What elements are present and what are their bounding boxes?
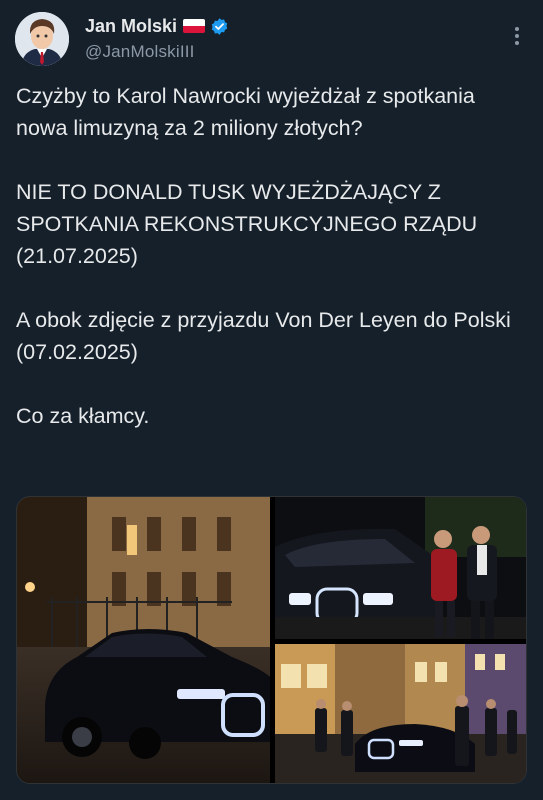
- author-display-name[interactable]: Jan Molski: [85, 16, 177, 37]
- verified-badge-icon: [211, 17, 228, 35]
- tweet-text: Czyżby to Karol Nawrocki wyjeżdżał z spo…: [16, 80, 526, 432]
- tweet-paragraph: Czyżby to Karol Nawrocki wyjeżdżał z spo…: [16, 84, 475, 140]
- more-options-icon[interactable]: [504, 24, 530, 50]
- tweet-paragraph: A obok zdjęcie z przyjazdu Von Der Leyen…: [16, 308, 511, 364]
- photo-limousine-old-town[interactable]: [275, 644, 526, 783]
- tweet-paragraph: NIE TO DONALD TUSK WYJEŻDŻAJĄCY Z SPOTKA…: [16, 180, 478, 268]
- tweet-paragraph: Co za kłamcy.: [16, 404, 150, 428]
- avatar-illustration: [15, 12, 69, 66]
- tweet-header: Jan Molski @JanMolskiIII: [15, 12, 530, 68]
- avatar[interactable]: [15, 12, 69, 66]
- poland-flag-icon: [183, 19, 206, 33]
- photo-limousine-closeup[interactable]: [275, 497, 526, 639]
- media-grid: [16, 496, 527, 784]
- author-handle[interactable]: @JanMolskiIII: [85, 42, 229, 62]
- photo-limousine-building[interactable]: [17, 497, 270, 783]
